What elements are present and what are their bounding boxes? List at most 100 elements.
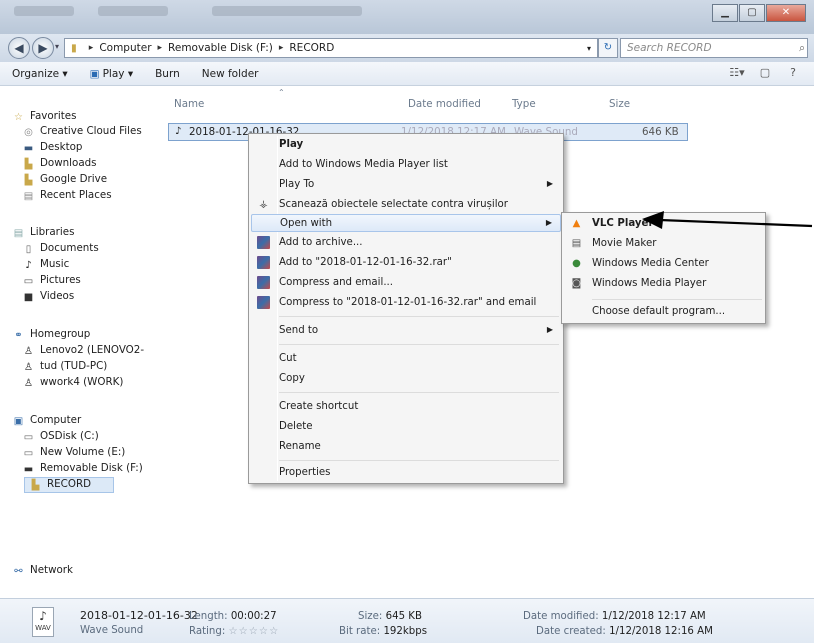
back-button[interactable]: ◀ (8, 37, 30, 59)
folder-icon: ▙ (31, 480, 40, 491)
nav-label: Google Drive (40, 173, 108, 185)
submenu-arrow-icon: ▶ (545, 218, 552, 227)
nav-osdisk[interactable]: ▭ OSDisk (C:) (22, 430, 99, 443)
menu-item-open-with[interactable]: Open with ▶ (251, 214, 561, 232)
menu-item-compress-email[interactable]: Compress and email... (251, 274, 561, 292)
column-header-size[interactable]: Size (609, 98, 630, 110)
nav-newvolume[interactable]: ▭ New Volume (E:) (22, 446, 126, 459)
menu-item-label: Create shortcut (279, 401, 359, 412)
help-icon[interactable]: ? (784, 66, 802, 82)
nav-network[interactable]: ⚯ Network (12, 564, 73, 577)
search-input[interactable]: Search RECORD ⌕ (620, 38, 808, 58)
blurred-tab (14, 6, 74, 16)
menu-item-scan[interactable]: ⚶ Scanează obiectele selectate contra vir… (251, 196, 561, 214)
nav-google-drive[interactable]: ▙ Google Drive (22, 173, 107, 186)
rating-stars[interactable]: ☆☆☆☆☆ (229, 626, 280, 637)
videos-icon: ■ (23, 292, 34, 303)
forward-button[interactable]: ▶ (32, 37, 54, 59)
search-icon[interactable]: ⌕ (799, 39, 805, 57)
column-header-date[interactable]: Date modified (408, 98, 481, 110)
breadcrumb-separator-icon[interactable]: ▸ (158, 43, 163, 53)
menu-item-compress-rar-email[interactable]: Compress to "2018-01-12-01-16-32.rar" an… (251, 294, 561, 312)
menu-item-send-to[interactable]: Send to ▶ (251, 322, 561, 340)
menu-item-cut[interactable]: Cut (251, 350, 561, 368)
nav-pictures[interactable]: ▭ Pictures (22, 274, 81, 287)
menu-item-play[interactable]: Play (251, 136, 561, 154)
menu-item-label: Windows Media Center (592, 258, 709, 269)
details-type: Wave Sound (80, 625, 144, 636)
note-glyph: ♪ (39, 609, 47, 623)
address-bar[interactable]: ▮ ▸ Computer ▸ Removable Disk (F:) ▸ REC… (64, 38, 598, 58)
preview-pane-icon[interactable]: ▢ (756, 66, 774, 82)
menu-item-create-shortcut[interactable]: Create shortcut (251, 398, 561, 416)
breadcrumb-separator-icon[interactable]: ▸ (89, 43, 94, 53)
nav-tud[interactable]: ♙ tud (TUD-PC) (22, 360, 107, 373)
drive-icon: ▭ (23, 432, 34, 443)
menu-item-rename[interactable]: Rename (251, 438, 561, 456)
menu-item-label: Windows Media Player (592, 278, 707, 289)
menu-item-label: Rename (279, 441, 321, 452)
menu-item-wmp[interactable]: ◙ Windows Media Player (564, 275, 763, 293)
menu-item-label: Add to Windows Media Player list (279, 159, 448, 170)
minimize-button[interactable]: ▁ (712, 4, 738, 22)
nav-computer[interactable]: ▣ Computer (12, 414, 81, 427)
breadcrumb-record[interactable]: RECORD (289, 42, 334, 54)
menu-separator (592, 299, 762, 300)
nav-recent-places[interactable]: ▤ Recent Places (22, 189, 112, 202)
blurred-tab (212, 6, 362, 16)
nav-desktop[interactable]: ▬ Desktop (22, 141, 83, 154)
nav-removable-disk[interactable]: ▬ Removable Disk (F:) (22, 462, 143, 475)
breadcrumb-separator-icon[interactable]: ▸ (279, 43, 284, 53)
nav-record[interactable]: ▙ RECORD (24, 477, 114, 493)
nav-videos[interactable]: ■ Videos (22, 290, 74, 303)
menu-item-vlc[interactable]: ▲ VLC Player (564, 215, 763, 233)
refresh-button[interactable]: ↻ (598, 38, 618, 58)
burn-button[interactable]: Burn (155, 68, 180, 80)
change-view-icon[interactable]: ☷▾ (728, 66, 746, 82)
nav-label: Favorites (30, 110, 77, 122)
submenu-arrow-icon: ▶ (546, 325, 553, 334)
close-button[interactable]: ✕ (766, 4, 806, 22)
play-icon: ▣ (89, 67, 100, 80)
organize-button[interactable]: Organize ▾ (12, 68, 68, 80)
menu-item-add-to-archive[interactable]: Add to archive... (251, 234, 561, 252)
menu-item-copy[interactable]: Copy (251, 370, 561, 388)
maximize-button[interactable]: ▢ (739, 4, 765, 22)
size-label: Size: (358, 611, 383, 622)
vlc-icon: ▲ (572, 218, 581, 229)
column-header-name[interactable]: Name (174, 98, 204, 110)
recent-pages-chevron-icon[interactable]: ▾ (55, 42, 59, 51)
breadcrumb-computer[interactable]: Computer (99, 42, 151, 54)
nav-documents[interactable]: ▯ Documents (22, 242, 99, 255)
nav-wwork[interactable]: ♙ wwork4 (WORK) (22, 376, 123, 389)
menu-item-properties[interactable]: Properties (251, 464, 561, 482)
nav-favorites[interactable]: ☆ Favorites (12, 110, 77, 123)
nav-libraries[interactable]: ▤ Libraries (12, 226, 75, 239)
breadcrumb-removable-disk[interactable]: Removable Disk (F:) (168, 42, 273, 54)
menu-item-label: Send to (279, 325, 319, 336)
nav-homegroup[interactable]: ⚭ Homegroup (12, 328, 90, 341)
nav-creative-cloud[interactable]: ◎ Creative Cloud Files (22, 125, 142, 138)
nav-downloads[interactable]: ▙ Downloads (22, 157, 97, 170)
menu-item-delete[interactable]: Delete (251, 418, 561, 436)
nav-music[interactable]: ♪ Music (22, 258, 69, 271)
column-header-type[interactable]: Type (512, 98, 536, 110)
menu-item-play-to[interactable]: Play To ▶ (251, 176, 561, 194)
menu-item-label: Open with (280, 218, 333, 229)
menu-item-label: Delete (279, 421, 313, 432)
menu-item-add-to-rar[interactable]: Add to "2018-01-12-01-16-32.rar" (251, 254, 561, 272)
address-dropdown-icon[interactable]: ▾ (587, 44, 591, 53)
play-button[interactable]: ▣ Play ▾ (90, 68, 133, 80)
nav-label: Computer (30, 414, 82, 426)
menu-item-wmc[interactable]: ● Windows Media Center (564, 255, 763, 273)
menu-item-choose-default[interactable]: Choose default program... (564, 303, 763, 321)
menu-item-add-to-wmp-list[interactable]: Add to Windows Media Player list (251, 156, 561, 174)
nav-lenovo[interactable]: ♙ Lenovo2 (LENOVO2- (22, 344, 144, 357)
submenu-arrow-icon: ▶ (546, 179, 553, 188)
new-folder-button[interactable]: New folder (202, 68, 259, 80)
usb-drive-icon: ▬ (23, 464, 34, 475)
modified-label: Date modified: (523, 611, 599, 622)
nav-label: Removable Disk (F:) (40, 462, 143, 474)
menu-item-movie-maker[interactable]: ▤ Movie Maker (564, 235, 763, 253)
nav-label: OSDisk (C:) (40, 430, 99, 442)
